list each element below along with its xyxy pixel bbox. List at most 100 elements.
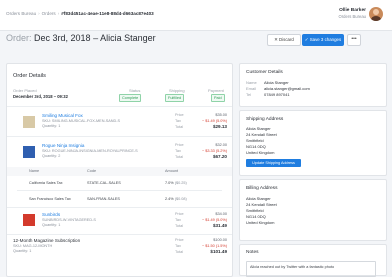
customer-details-card: Customer Details Name Alicia Stanger Ema… — [239, 63, 387, 107]
avatar[interactable] — [369, 7, 383, 21]
breadcrumb-item-current: #f83d451ac-4eae-11e8-88d4-d663ac87e403 — [61, 11, 154, 16]
notes-text: Alicia reached out by Twitter with a fan… — [250, 265, 335, 269]
tax-row-amount: 7.0% ($0.25) — [165, 181, 187, 185]
order-placed-label: Order Placed — [13, 88, 37, 93]
user-menu[interactable]: Ollie Barker Orders Bureau — [339, 8, 366, 20]
item-total: $101.49 — [210, 249, 227, 254]
payment-label: Payment — [208, 88, 224, 93]
item-sku: SKU: SMILING-MUSICAL-FOX-MEN-SAND-S — [42, 119, 121, 123]
billing-line: NG14 0DQ — [246, 214, 266, 219]
more-actions-button[interactable]: ••• — [347, 34, 361, 46]
customer-email-label: Email — [246, 86, 257, 91]
shipping-line: 24 Kendall Street — [246, 132, 277, 137]
breadcrumb-item-orders[interactable]: Orders — [42, 11, 56, 16]
user-org: Orders Bureau — [338, 14, 366, 19]
item-tax-label: Tax — [175, 244, 181, 248]
item-sku: SUNBIRDS-W-VINTAGERED-S — [42, 218, 96, 222]
shipping-label: Shipping — [169, 88, 185, 93]
status-label: Status — [129, 88, 141, 93]
billing-line: Smithfield — [246, 208, 264, 213]
notes-heading: Notes — [246, 250, 259, 255]
item-name-link[interactable]: Sunbirds — [42, 212, 60, 217]
item-tax: − $1.50 (1.5%) — [201, 244, 227, 248]
billing-address-card: Billing Address Alicia Stanger 24 Kendal… — [239, 179, 387, 241]
item-tax-label: Tax — [175, 149, 181, 153]
product-thumbnail[interactable] — [23, 214, 35, 226]
item-sku: SKU: ROGUE-NINJA-INSIGNIA-MEN-ROYALPRINC… — [42, 149, 138, 153]
item-price: $34.00 — [215, 212, 227, 216]
page-title-prefix: Order: — [6, 33, 32, 43]
item-sku: SKU: MAG-12-MONTH — [13, 244, 53, 248]
shipping-line: United Kingdom — [246, 150, 275, 155]
save-changes-button[interactable]: ✓ Save 3 changes — [302, 34, 344, 46]
shipping-address-card: Shipping Address Alicia Stanger 24 Kenda… — [239, 110, 387, 176]
item-total-label: Total — [175, 155, 184, 159]
notes-textarea[interactable]: Alicia reached out by Twitter with a fan… — [246, 261, 376, 277]
item-price: $32.00 — [215, 143, 227, 147]
billing-line: 24 Kendall Street — [246, 202, 277, 207]
tax-row-name: San Francisco Sales Tax — [29, 197, 71, 201]
item-tax: − $3.33 (5.2%) — [201, 149, 227, 153]
item-total-label: Total — [175, 250, 184, 254]
item-name-link[interactable]: Smiling Musical Fox — [42, 113, 83, 118]
breadcrumb: Orders Bureau › Orders › #f83d451ac-4eae-11e… — [6, 11, 154, 16]
breadcrumb-item-bureau[interactable]: Orders Bureau — [6, 11, 36, 16]
item-total-label: Total — [175, 224, 184, 228]
page-title-text: Dec 3rd, 2018 – Alicia Stanger — [34, 33, 156, 43]
billing-address-heading: Billing Address — [246, 186, 278, 191]
item-total: $29.13 — [212, 124, 227, 129]
shipping-line: Alicia Stanger — [246, 126, 271, 131]
customer-tel-label: Tel — [246, 92, 252, 97]
item-total: $31.49 — [212, 223, 227, 228]
item-tax: − $1.49 (5.0%) — [201, 218, 227, 222]
item-tax-label: Tax — [175, 119, 181, 123]
shipping-line: NG14 0DQ — [246, 144, 266, 149]
shipping-badge: Fulfilled — [165, 94, 185, 102]
item-price: $35.00 — [215, 113, 227, 117]
tax-table-header — [7, 167, 232, 176]
customer-tel: 07849 897041 — [264, 92, 290, 97]
tax-row-code: SAN-FRAN-SALES — [87, 197, 120, 201]
update-shipping-address-button[interactable]: Update Shipping Address — [246, 159, 301, 167]
shipping-line: Smithfield — [246, 138, 264, 143]
item-quantity: Quantity: 1 — [13, 249, 32, 253]
discard-button[interactable]: ✕ Discard — [267, 34, 301, 46]
billing-line: United Kingdom — [246, 220, 275, 225]
tax-row-name: California Sales Tax — [29, 181, 63, 185]
customer-name-label: Name — [246, 80, 257, 85]
tax-col-code: Code — [87, 169, 97, 173]
order-details-heading: Order Details — [13, 73, 46, 79]
item-total: $67.20 — [212, 154, 227, 159]
status-badge: Complete — [119, 94, 142, 102]
item-name: 12-Month Magazine Subscription — [13, 238, 81, 243]
page-title: Order: Dec 3rd, 2018 – Alicia Stanger — [6, 33, 156, 43]
order-placed-value: December 3rd, 2018 – 09:32 — [13, 94, 68, 99]
item-price-label: Price — [175, 143, 184, 147]
item-total-label: Total — [175, 125, 184, 129]
item-quantity: Quantity: 1 — [42, 124, 61, 128]
item-name-link[interactable]: Rogue Ninja Insignia — [42, 143, 84, 148]
item-tax: − $1.49 (5.0%) — [201, 119, 227, 123]
tax-row-code: STATE-CAL-SALES — [87, 181, 121, 185]
payment-badge: Paid — [211, 94, 225, 102]
shipping-address-heading: Shipping Address — [246, 117, 284, 122]
item-quantity: Quantity: 2 — [42, 154, 61, 158]
item-price-label: Price — [175, 113, 184, 117]
customer-name: Alicia Stanger — [264, 80, 289, 85]
tax-row-amount: 2.4% ($0.08) — [165, 197, 187, 201]
item-price-label: Price — [175, 238, 184, 242]
notes-card: Notes Alicia reached out by Twitter with… — [239, 244, 387, 277]
item-price: $100.00 — [213, 238, 227, 242]
tax-col-amount: Amount — [165, 169, 179, 173]
customer-details-heading: Customer Details — [246, 70, 283, 75]
customer-email[interactable]: alicia.stanger@gmail.com — [264, 86, 310, 91]
product-thumbnail[interactable] — [23, 116, 35, 128]
product-thumbnail[interactable] — [23, 146, 35, 158]
item-price-label: Price — [175, 212, 184, 216]
order-details-card: Order Details Order Placed December 3rd,… — [6, 63, 233, 277]
tax-col-name: Name — [29, 169, 40, 173]
billing-line: Alicia Stanger — [246, 196, 271, 201]
top-bar: Orders Bureau › Orders › #f83d451ac-4eae-11e… — [0, 0, 392, 31]
item-tax-label: Tax — [175, 218, 181, 222]
item-quantity: Quantity: 1 — [42, 223, 61, 227]
